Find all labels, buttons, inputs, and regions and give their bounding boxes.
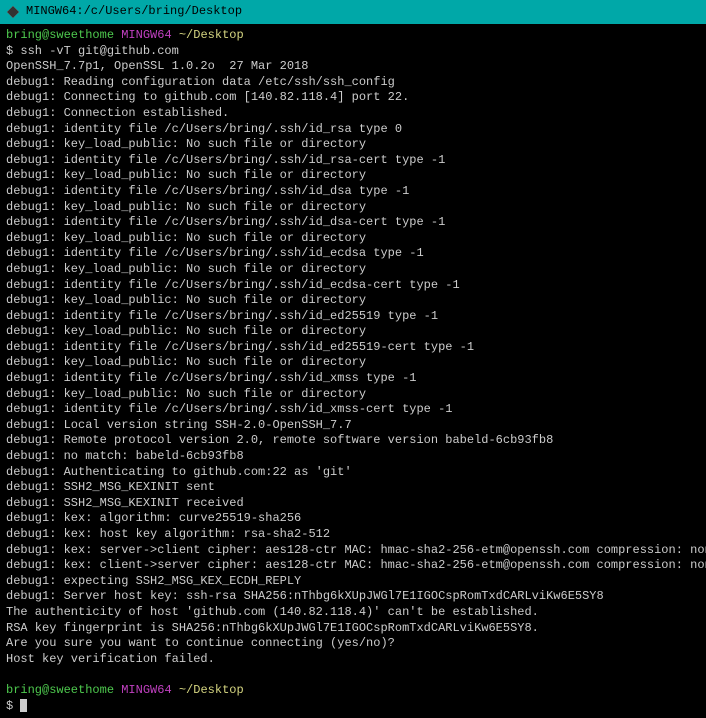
cursor (20, 699, 27, 712)
output-line: debug1: identity file /c/Users/bring/.ss… (6, 371, 700, 387)
output-line: debug1: key_load_public: No such file or… (6, 387, 700, 403)
output-line: debug1: SSH2_MSG_KEXINIT sent (6, 480, 700, 496)
prompt-line-2: bring@sweethome MINGW64 ~/Desktop (6, 683, 700, 699)
app-icon (6, 5, 20, 19)
output-line: debug1: no match: babeld-6cb93fb8 (6, 449, 700, 465)
output-line: debug1: identity file /c/Users/bring/.ss… (6, 153, 700, 169)
output-line: debug1: key_load_public: No such file or… (6, 355, 700, 371)
output-line: debug1: kex: client->server cipher: aes1… (6, 558, 700, 574)
output-line: debug1: SSH2_MSG_KEXINIT received (6, 496, 700, 512)
output-line: debug1: Reading configuration data /etc/… (6, 75, 700, 91)
output-line: debug1: identity file /c/Users/bring/.ss… (6, 246, 700, 262)
window-titlebar[interactable]: MINGW64:/c/Users/bring/Desktop (0, 0, 706, 24)
blank-line (6, 667, 700, 683)
output-line: debug1: expecting SSH2_MSG_KEX_ECDH_REPL… (6, 574, 700, 590)
window-title: MINGW64:/c/Users/bring/Desktop (26, 4, 242, 20)
prompt-env: MINGW64 (121, 683, 171, 697)
output-line: debug1: key_load_public: No such file or… (6, 137, 700, 153)
output-line: OpenSSH_7.7p1, OpenSSL 1.0.2o 27 Mar 201… (6, 59, 700, 75)
terminal-area[interactable]: bring@sweethome MINGW64 ~/Desktop $ ssh … (0, 24, 706, 718)
output-line: debug1: Connection established. (6, 106, 700, 122)
input-line[interactable]: $ (6, 699, 700, 715)
output-line: debug1: key_load_public: No such file or… (6, 168, 700, 184)
output-line: debug1: identity file /c/Users/bring/.ss… (6, 215, 700, 231)
output-line: RSA key fingerprint is SHA256:nThbg6kXUp… (6, 621, 700, 637)
output-line: debug1: identity file /c/Users/bring/.ss… (6, 402, 700, 418)
output-line: debug1: identity file /c/Users/bring/.ss… (6, 278, 700, 294)
prompt-env: MINGW64 (121, 28, 171, 42)
output-line: Are you sure you want to continue connec… (6, 636, 700, 652)
output-line: debug1: identity file /c/Users/bring/.ss… (6, 184, 700, 200)
output-line: debug1: Local version string SSH-2.0-Ope… (6, 418, 700, 434)
prompt-path: ~/Desktop (179, 28, 244, 42)
output-line: debug1: identity file /c/Users/bring/.ss… (6, 122, 700, 138)
prompt-user: bring@sweethome (6, 683, 114, 697)
output-line: debug1: key_load_public: No such file or… (6, 293, 700, 309)
output-line: debug1: kex: algorithm: curve25519-sha25… (6, 511, 700, 527)
prompt-symbol: $ (6, 699, 13, 713)
output-line: debug1: identity file /c/Users/bring/.ss… (6, 309, 700, 325)
prompt-user: bring@sweethome (6, 28, 114, 42)
command-line: $ ssh -vT git@github.com (6, 44, 700, 60)
output-line: debug1: key_load_public: No such file or… (6, 200, 700, 216)
output-line: debug1: key_load_public: No such file or… (6, 262, 700, 278)
output-line: debug1: Connecting to github.com [140.82… (6, 90, 700, 106)
prompt-symbol: $ (6, 44, 13, 58)
output-line: debug1: Authenticating to github.com:22 … (6, 465, 700, 481)
output-line: debug1: Remote protocol version 2.0, rem… (6, 433, 700, 449)
output-line: The authenticity of host 'github.com (14… (6, 605, 700, 621)
output-line: debug1: kex: host key algorithm: rsa-sha… (6, 527, 700, 543)
output-line: debug1: identity file /c/Users/bring/.ss… (6, 340, 700, 356)
terminal-output: OpenSSH_7.7p1, OpenSSL 1.0.2o 27 Mar 201… (6, 59, 700, 667)
prompt-path: ~/Desktop (179, 683, 244, 697)
output-line: debug1: key_load_public: No such file or… (6, 231, 700, 247)
command-text: ssh -vT git@github.com (20, 44, 178, 58)
output-line: debug1: key_load_public: No such file or… (6, 324, 700, 340)
output-line: debug1: kex: server->client cipher: aes1… (6, 543, 700, 559)
prompt-line: bring@sweethome MINGW64 ~/Desktop (6, 28, 700, 44)
output-line: Host key verification failed. (6, 652, 700, 668)
output-line: debug1: Server host key: ssh-rsa SHA256:… (6, 589, 700, 605)
